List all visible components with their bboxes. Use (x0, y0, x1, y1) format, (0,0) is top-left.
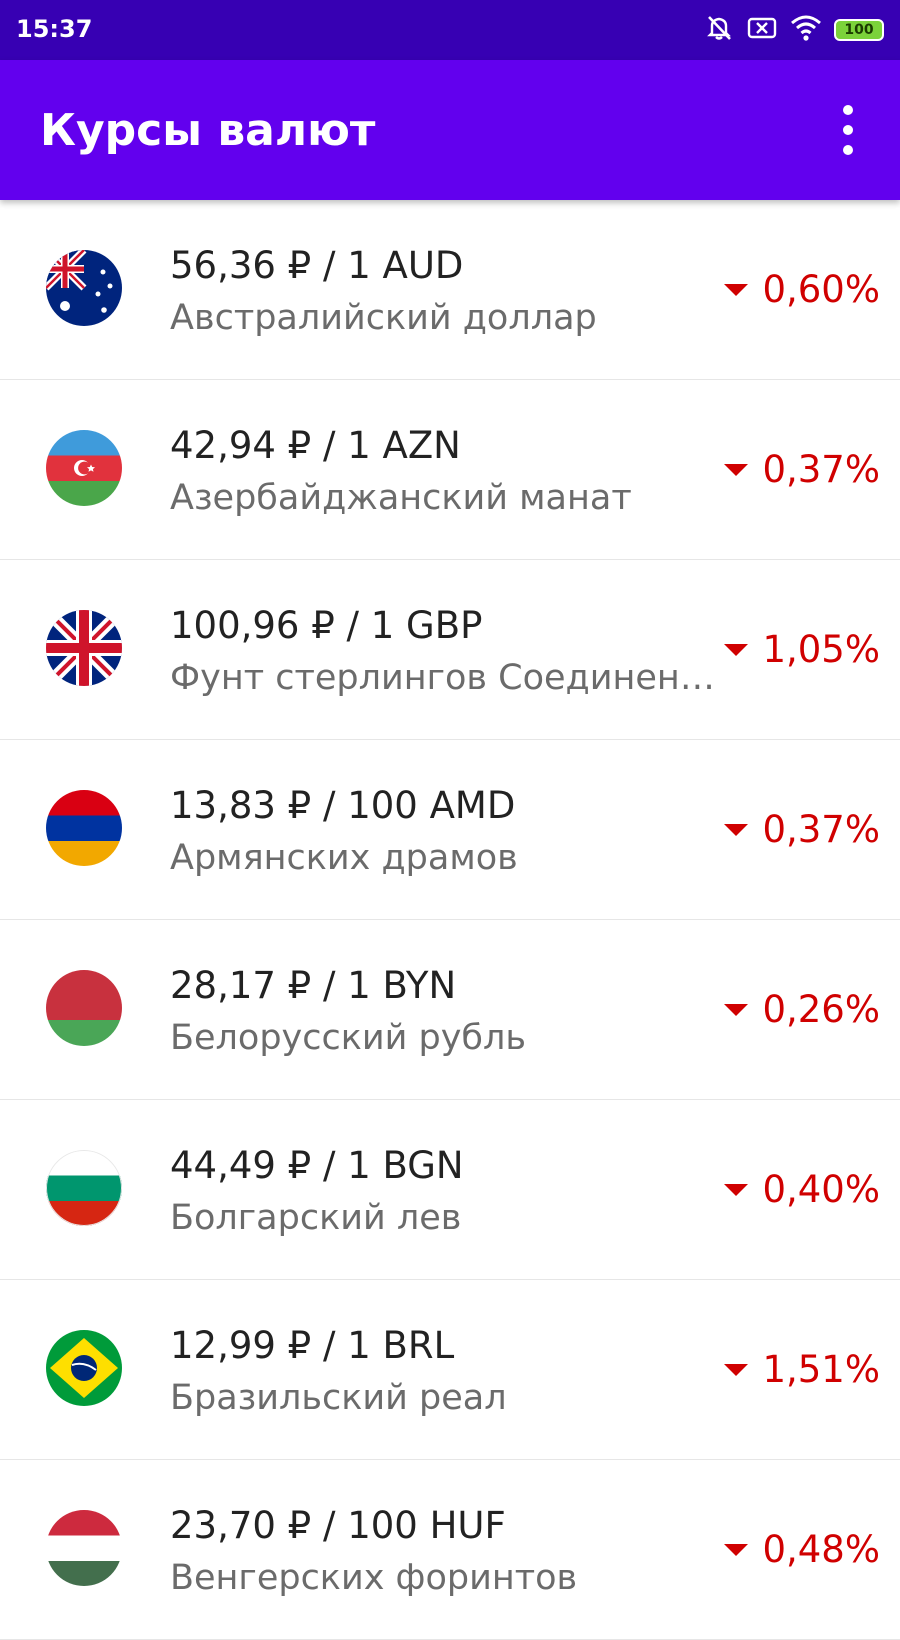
change-percent: 0,60% (762, 268, 880, 311)
change-percent: 0,26% (762, 988, 880, 1031)
change-percent: 0,48% (762, 1528, 880, 1571)
rate-value: 13,83 ₽ / 100 AMD (170, 784, 516, 827)
rate-change: 1,51% (724, 1348, 880, 1391)
status-icons: 100 (704, 14, 884, 46)
flag-armenia-icon (46, 790, 122, 866)
currency-name: Болгарский лев (170, 1198, 462, 1238)
currency-row-azn[interactable]: 42,94 ₽ / 1 AZN Азербайджанский манат 0,… (0, 380, 900, 560)
rate-change: 0,48% (724, 1528, 880, 1571)
currency-row-byn[interactable]: 28,17 ₽ / 1 BYN Белорусский рубль 0,26% (0, 920, 900, 1100)
flag-bulgaria-icon (46, 1150, 122, 1226)
rate-value: 23,70 ₽ / 100 HUF (170, 1504, 506, 1547)
arrow-down-icon (724, 823, 749, 836)
change-percent: 0,37% (762, 808, 880, 851)
currency-row-huf[interactable]: 23,70 ₽ / 100 HUF Венгерских форинтов 0,… (0, 1460, 900, 1640)
battery-icon: 100 (834, 19, 884, 41)
currency-name: Армянских драмов (170, 838, 518, 878)
currency-name: Бразильский реал (170, 1378, 507, 1418)
arrow-down-icon (724, 1003, 749, 1016)
flag-australia-icon (46, 250, 122, 326)
flag-uk-icon (46, 610, 122, 686)
currency-name: Австралийский доллар (170, 298, 597, 338)
arrow-down-icon (724, 283, 749, 296)
currency-list: 56,36 ₽ / 1 AUD Австралийский доллар 0,6… (0, 200, 900, 1640)
currency-row-amd[interactable]: 13,83 ₽ / 100 AMD Армянских драмов 0,37% (0, 740, 900, 920)
app-title: Курсы валют (40, 105, 376, 156)
currency-row-brl[interactable]: 12,99 ₽ / 1 BRL Бразильский реал 1,51% (0, 1280, 900, 1460)
rate-value: 56,36 ₽ / 1 AUD (170, 244, 464, 287)
change-percent: 0,37% (762, 448, 880, 491)
flag-hungary-icon (46, 1510, 122, 1586)
currency-row-gbp[interactable]: 100,96 ₽ / 1 GBP Фунт стерлингов Соедине… (0, 560, 900, 740)
change-percent: 1,05% (762, 628, 880, 671)
rate-change: 0,37% (724, 448, 880, 491)
rate-change: 1,05% (724, 628, 880, 671)
arrow-down-icon (724, 1363, 749, 1376)
rate-value: 100,96 ₽ / 1 GBP (170, 604, 483, 647)
notifications-off-icon (704, 13, 734, 47)
currency-name: Белорусский рубль (170, 1018, 527, 1058)
change-percent: 0,40% (762, 1168, 880, 1211)
rate-value: 44,49 ₽ / 1 BGN (170, 1144, 464, 1187)
rate-value: 28,17 ₽ / 1 BYN (170, 964, 457, 1007)
wifi-icon (790, 14, 822, 46)
arrow-down-icon (724, 463, 749, 476)
sim-x-icon (746, 14, 778, 46)
flag-brazil-icon (46, 1330, 122, 1406)
currency-name: Фунт стерлингов Соединенного королевства (170, 658, 715, 698)
currency-name: Венгерских форинтов (170, 1558, 578, 1598)
status-bar: 15:37 100 (0, 0, 900, 60)
flag-azerbaijan-icon (46, 430, 122, 506)
currency-name: Азербайджанский манат (170, 478, 632, 518)
currency-row-bgn[interactable]: 44,49 ₽ / 1 BGN Болгарский лев 0,40% (0, 1100, 900, 1280)
change-percent: 1,51% (762, 1348, 880, 1391)
currency-row-aud[interactable]: 56,36 ₽ / 1 AUD Австралийский доллар 0,6… (0, 200, 900, 380)
rate-change: 0,26% (724, 988, 880, 1031)
rate-change: 0,40% (724, 1168, 880, 1211)
rate-change: 0,60% (724, 268, 880, 311)
app-bar: Курсы валют (0, 60, 900, 200)
rate-change: 0,37% (724, 808, 880, 851)
rate-value: 12,99 ₽ / 1 BRL (170, 1324, 455, 1367)
rate-value: 42,94 ₽ / 1 AZN (170, 424, 461, 467)
arrow-down-icon (724, 643, 749, 656)
arrow-down-icon (724, 1543, 749, 1556)
arrow-down-icon (724, 1183, 749, 1196)
status-time: 15:37 (16, 15, 93, 43)
flag-belarus-icon (46, 970, 122, 1046)
more-vert-icon[interactable] (836, 105, 860, 155)
